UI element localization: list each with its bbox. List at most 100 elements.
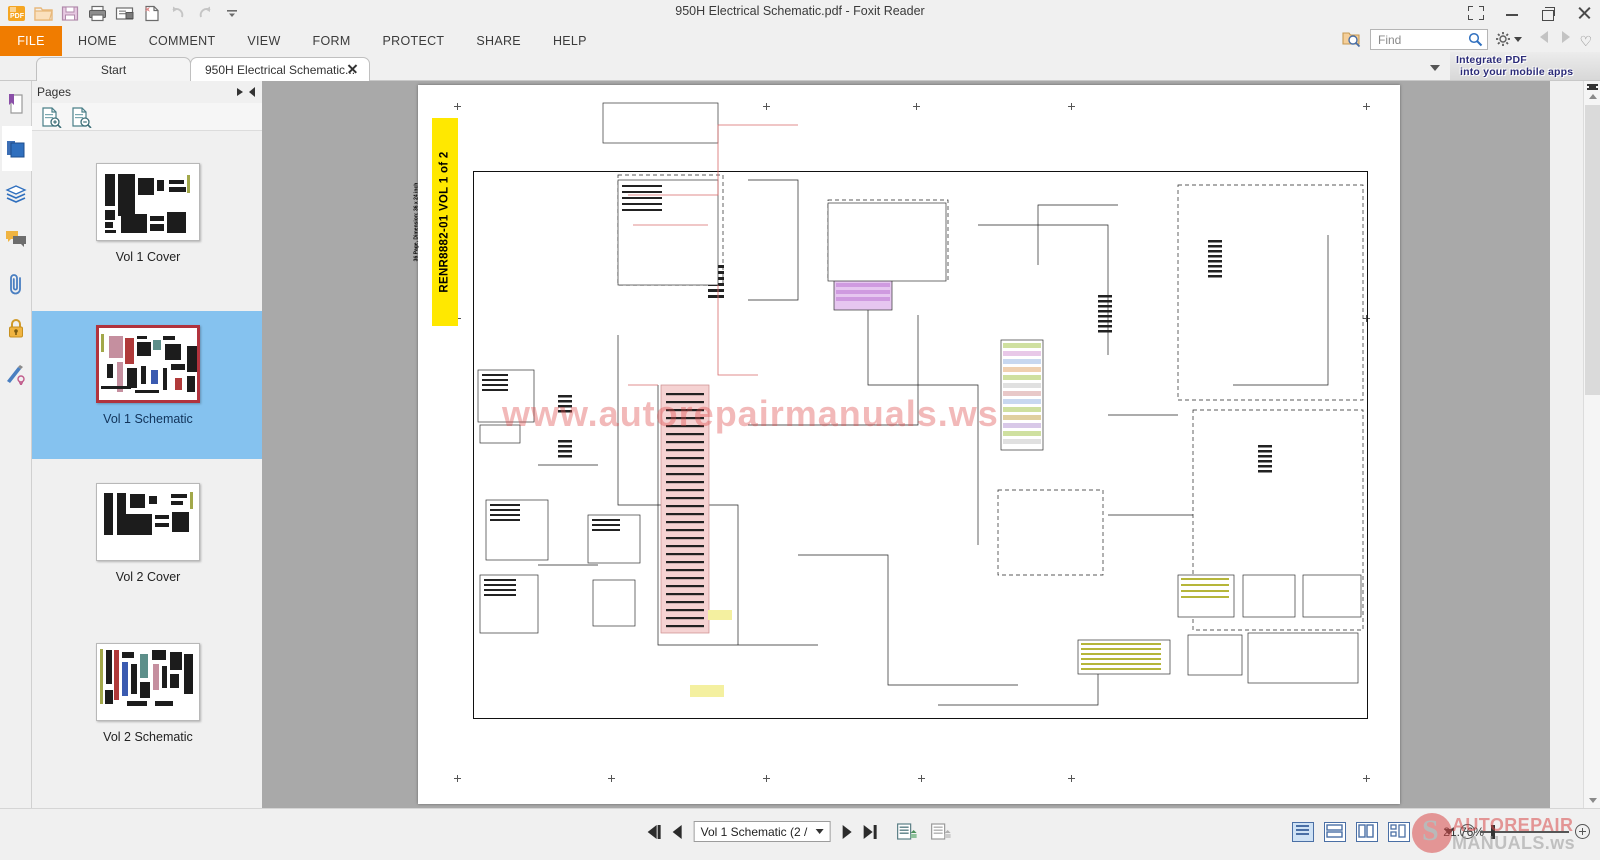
attachments-icon bbox=[10, 273, 21, 294]
title-bar: PDF 950H Electrical Schematic.pdf - Foxi… bbox=[0, 0, 1600, 26]
zoom-in-icon[interactable] bbox=[1575, 824, 1590, 839]
navigation-rail bbox=[0, 81, 32, 808]
ribbon-bar: FILE HOME COMMENT VIEW FORM PROTECT SHAR… bbox=[0, 26, 1600, 56]
close-icon[interactable] bbox=[1574, 3, 1594, 23]
ribbon-tab-list: FILE HOME COMMENT VIEW FORM PROTECT SHAR… bbox=[0, 26, 603, 56]
zoom-out-icon[interactable] bbox=[1460, 824, 1475, 839]
chevron-left-icon[interactable] bbox=[1540, 31, 1548, 43]
split-view-handle[interactable] bbox=[1587, 83, 1598, 91]
expand-icon[interactable] bbox=[1466, 3, 1486, 23]
foxit-reader-window: PDF 950H Electrical Schematic.pdf - Foxi… bbox=[0, 0, 1600, 860]
search-icon bbox=[1468, 32, 1483, 47]
sidebar-item-signatures[interactable] bbox=[0, 351, 32, 396]
scrollbar-thumb[interactable] bbox=[1585, 105, 1600, 395]
search-placeholder: Find bbox=[1378, 32, 1402, 47]
ribbon-tab-form[interactable]: FORM bbox=[297, 26, 367, 56]
advanced-search-icon[interactable] bbox=[1342, 30, 1364, 50]
single-page-view-icon[interactable] bbox=[1292, 822, 1314, 842]
ribbon-tab-share[interactable]: SHARE bbox=[460, 26, 537, 56]
double-arrow-right-icon[interactable] bbox=[237, 88, 243, 96]
view-mode-group bbox=[1292, 822, 1410, 842]
history-nav bbox=[1540, 31, 1570, 43]
sidebar-item-attachments[interactable] bbox=[0, 261, 32, 306]
page-navigation: Vol 1 Schematic (2 / bbox=[647, 821, 953, 842]
maximize-icon[interactable] bbox=[1538, 3, 1558, 23]
previous-page-button[interactable] bbox=[672, 824, 682, 839]
promo-banner[interactable]: Integrate PDF into your mobile apps bbox=[1450, 52, 1600, 80]
page-indicator-label: Vol 1 Schematic (2 / bbox=[700, 824, 808, 839]
gear-icon[interactable] bbox=[1495, 31, 1511, 47]
continuous-view-icon[interactable] bbox=[1324, 822, 1346, 842]
signatures-icon bbox=[7, 364, 25, 385]
zoom-controls bbox=[1444, 824, 1590, 839]
tab-start[interactable]: Start bbox=[36, 57, 191, 81]
chevron-right-icon[interactable] bbox=[1562, 31, 1570, 43]
close-icon[interactable] bbox=[347, 63, 358, 74]
zoom-preset-chevron-down-icon[interactable] bbox=[1444, 828, 1454, 835]
ribbon-tab-protect[interactable]: PROTECT bbox=[367, 26, 461, 56]
rotate-view-icon[interactable] bbox=[930, 822, 952, 842]
tab-document[interactable]: 950H Electrical Schematic... bbox=[190, 57, 370, 81]
comments-icon bbox=[6, 230, 26, 247]
last-page-button[interactable] bbox=[863, 824, 877, 839]
security-icon bbox=[9, 318, 23, 337]
schematic-drawing bbox=[477, 102, 1364, 706]
thumbnail-label: Vol 2 Cover bbox=[115, 570, 181, 584]
document-view[interactable]: RENR8882-01 VOL 1 of 2 36 Page, Dimensio… bbox=[262, 81, 1550, 808]
page-number-select[interactable]: Vol 1 Schematic (2 / bbox=[693, 821, 831, 842]
tab-document-label: 950H Electrical Schematic... bbox=[205, 62, 356, 77]
thumbnail-item[interactable]: Vol 2 Schematic bbox=[32, 643, 264, 759]
pages-panel-header: Pages bbox=[32, 81, 264, 103]
arrow-left-icon[interactable] bbox=[249, 87, 255, 97]
thumbnail-item[interactable]: Vol 1 Cover bbox=[32, 163, 264, 279]
pages-panel-title: Pages bbox=[37, 85, 72, 99]
page-transition-icon[interactable] bbox=[896, 822, 918, 842]
tab-start-label: Start bbox=[100, 62, 127, 77]
ribbon-tab-view[interactable]: VIEW bbox=[231, 26, 296, 56]
scroll-up-icon[interactable] bbox=[1589, 94, 1597, 99]
ribbon-tab-help[interactable]: HELP bbox=[537, 26, 603, 56]
bookmarks-icon bbox=[9, 93, 23, 114]
next-page-button[interactable] bbox=[842, 824, 852, 839]
vertical-scrollbar[interactable] bbox=[1583, 81, 1600, 808]
ribbon-tab-file[interactable]: FILE bbox=[0, 26, 62, 56]
thumbnail-item[interactable]: Vol 2 Cover bbox=[32, 483, 264, 599]
scroll-down-icon[interactable] bbox=[1589, 798, 1597, 803]
reduce-thumbnails-icon[interactable] bbox=[70, 106, 92, 128]
chevron-down-icon[interactable] bbox=[1514, 36, 1522, 42]
sidebar-item-pages[interactable] bbox=[0, 126, 32, 171]
ribbon-tab-comment[interactable]: COMMENT bbox=[133, 26, 232, 56]
thumbnail-label: Vol 1 Cover bbox=[115, 250, 181, 264]
thumbnail-image bbox=[96, 483, 200, 561]
zoom-slider[interactable] bbox=[1481, 824, 1569, 839]
thumbnail-image bbox=[96, 325, 200, 403]
layers-icon bbox=[5, 184, 27, 203]
document-tab-strip: Start 950H Electrical Schematic... bbox=[0, 56, 1600, 81]
thumbnail-image bbox=[96, 163, 200, 241]
chevron-down-icon[interactable] bbox=[815, 829, 824, 834]
thumbnail-label: Vol 2 Schematic bbox=[103, 730, 193, 744]
thumbnail-image bbox=[96, 643, 200, 721]
tab-list-chevron-down-icon[interactable] bbox=[1430, 65, 1440, 71]
thumbnail-item[interactable]: Vol 1 Schematic bbox=[32, 311, 264, 459]
minimize-icon[interactable] bbox=[1502, 3, 1522, 23]
page-thumbnail-list[interactable]: Vol 1 Cover Vol 1 Schematic Vol 2 Cover … bbox=[32, 131, 264, 808]
ribbon-tab-home[interactable]: HOME bbox=[62, 26, 133, 56]
heart-icon[interactable]: ♡ bbox=[1579, 34, 1592, 48]
continuous-facing-view-icon[interactable] bbox=[1388, 822, 1410, 842]
enlarge-thumbnails-icon[interactable] bbox=[40, 106, 62, 128]
facing-view-icon[interactable] bbox=[1356, 822, 1378, 842]
pages-icon bbox=[7, 140, 25, 157]
search-input[interactable]: Find bbox=[1370, 29, 1488, 50]
sidebar-item-comments[interactable] bbox=[0, 216, 32, 261]
promo-banner-line1: Integrate PDF bbox=[1456, 54, 1527, 66]
pages-panel-toolbar bbox=[32, 103, 264, 131]
thumbnail-label: Vol 1 Schematic bbox=[103, 412, 193, 426]
sidebar-item-bookmarks[interactable] bbox=[0, 81, 32, 126]
status-bar: Vol 1 Schematic (2 / 21.76% S AUTOREPAIR… bbox=[0, 808, 1600, 860]
promo-banner-line2: into your mobile apps bbox=[1460, 66, 1574, 78]
sidebar-item-layers[interactable] bbox=[0, 171, 32, 216]
sidebar-item-security[interactable] bbox=[0, 306, 32, 351]
first-page-button[interactable] bbox=[647, 824, 661, 839]
pdf-page: RENR8882-01 VOL 1 of 2 36 Page, Dimensio… bbox=[414, 85, 1400, 804]
